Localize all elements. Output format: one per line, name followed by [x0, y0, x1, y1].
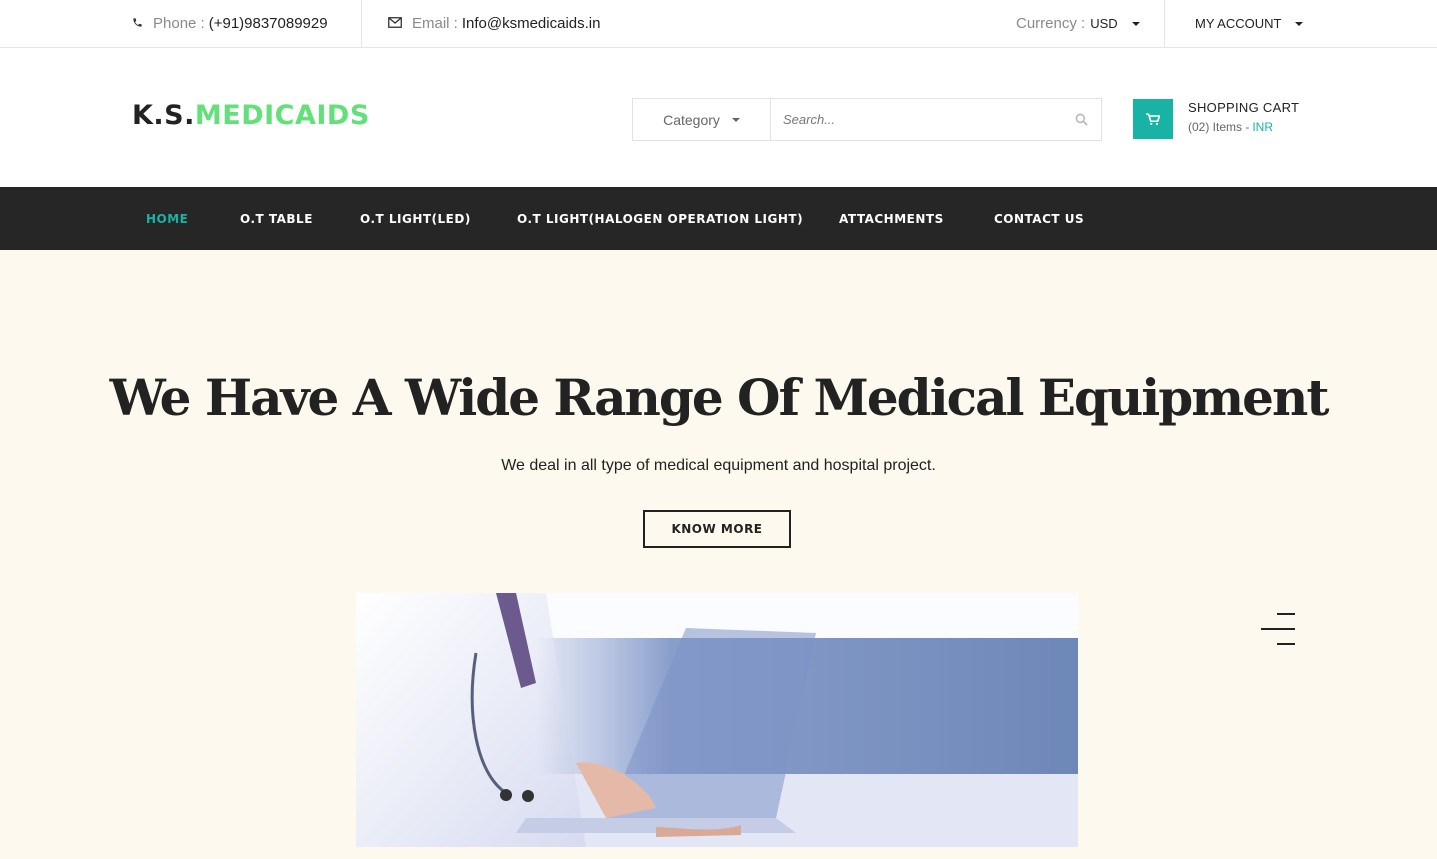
search-bar: Category: [632, 98, 1102, 141]
my-account-label: MY ACCOUNT: [1195, 16, 1282, 31]
my-account-dropdown[interactable]: MY ACCOUNT: [1195, 0, 1304, 47]
nav-item-contact-us[interactable]: CONTACT US: [994, 187, 1084, 250]
nav-item-home[interactable]: HOME: [146, 187, 188, 250]
divider: [361, 0, 362, 47]
cart-title[interactable]: SHOPPING CART: [1188, 100, 1299, 115]
cart-currency: INR: [1252, 120, 1274, 134]
hero-section: We Have A Wide Range Of Medical Equipmen…: [0, 250, 1437, 859]
doctor-illustration: [356, 593, 1078, 847]
hero-title: We Have A Wide Range Of Medical Equipmen…: [109, 368, 1330, 427]
nav-item-ot-table[interactable]: O.T TABLE: [240, 187, 313, 250]
search-icon: [1075, 113, 1088, 126]
phone-info: Phone : (+91)9837089929: [132, 0, 328, 47]
shopping-cart-icon: [1146, 112, 1160, 125]
currency-label: Currency :: [1016, 15, 1086, 32]
phone-number[interactable]: (+91)9837089929: [209, 15, 328, 32]
search-input[interactable]: [771, 99, 1061, 140]
site-logo[interactable]: K.S.MEDICAIDS: [132, 100, 370, 131]
nav-item-attachments[interactable]: ATTACHMENTS: [839, 187, 944, 250]
main-nav: HOME O.T TABLE O.T LIGHT(LED) O.T LIGHT(…: [0, 187, 1437, 250]
email-address[interactable]: Info@ksmedicaids.in: [462, 15, 601, 32]
email-label: Email :: [412, 15, 458, 32]
hero-image-doctor-laptop: [356, 593, 1078, 847]
email-info: Email : Info@ksmedicaids.in: [388, 0, 600, 47]
cart-button[interactable]: [1133, 99, 1173, 139]
cart-summary[interactable]: (02) Items - INR: [1188, 120, 1273, 134]
hamburger-menu-icon[interactable]: [1261, 613, 1295, 645]
search-button[interactable]: [1061, 99, 1101, 140]
currency-dropdown[interactable]: USD: [1090, 16, 1140, 31]
envelope-icon: [388, 15, 402, 32]
chevron-down-icon: [731, 117, 740, 122]
logo-part-2: MEDICAIDS: [194, 100, 370, 131]
phone-label: Phone :: [153, 15, 205, 32]
divider: [1164, 0, 1165, 47]
phone-icon: [132, 15, 143, 32]
currency-value: USD: [1090, 16, 1118, 31]
category-label: Category: [663, 111, 720, 128]
top-bar: Phone : (+91)9837089929 Email : Info@ksm…: [0, 0, 1437, 48]
know-more-button[interactable]: KNOW MORE: [643, 510, 791, 548]
chevron-down-icon: [1295, 21, 1304, 26]
header: K.S.MEDICAIDS Category SHOPPING CART (02…: [0, 48, 1437, 187]
cart-items-count: (02) Items -: [1188, 120, 1250, 134]
currency-selector[interactable]: Currency : USD: [1016, 0, 1140, 47]
chevron-down-icon: [1131, 21, 1140, 26]
nav-item-ot-light-led[interactable]: O.T LIGHT(LED): [360, 187, 471, 250]
category-dropdown[interactable]: Category: [633, 99, 771, 140]
nav-item-ot-light-halogen[interactable]: O.T LIGHT(HALOGEN OPERATION LIGHT): [517, 187, 803, 250]
hero-subtitle: We deal in all type of medical equipment…: [501, 457, 936, 474]
logo-part-1: K.S.: [132, 100, 195, 131]
